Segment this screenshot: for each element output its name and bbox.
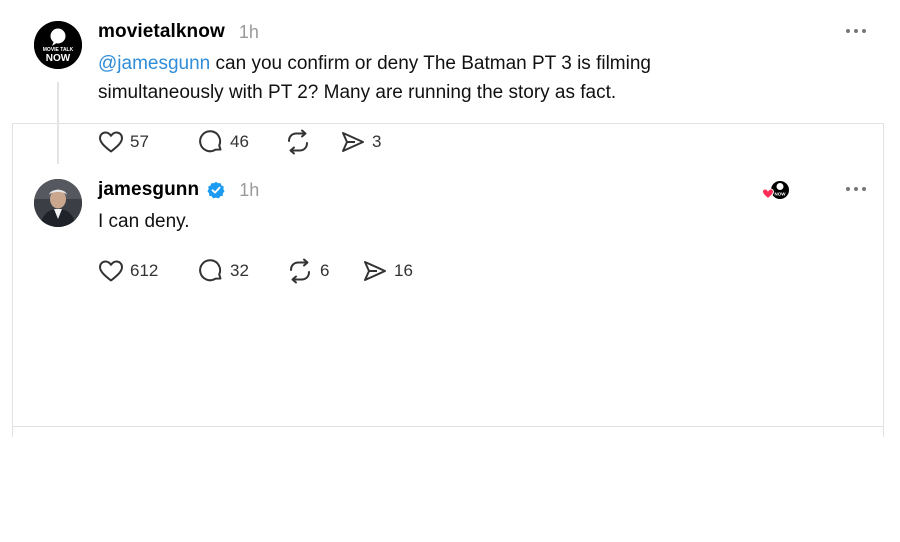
like-count: 57 <box>130 132 149 151</box>
post-text: I can deny. <box>98 211 190 232</box>
post-actions: 612 32 6 16 <box>98 257 838 285</box>
like-button[interactable]: 612 <box>98 259 198 283</box>
post-text-line1: can you confirm or deny The Batman PT 3 … <box>210 53 651 74</box>
comment-icon <box>198 129 224 155</box>
liked-badge-label: NOW <box>775 192 787 197</box>
mention-link[interactable]: @jamesgunn <box>98 53 210 74</box>
post-text-line2: simultaneously with PT 2? Many are runni… <box>98 82 617 103</box>
send-icon <box>340 130 366 154</box>
repost-count: 6 <box>320 261 330 280</box>
verified-badge-icon <box>207 181 225 199</box>
post-username[interactable]: movietalknow <box>98 21 225 43</box>
share-button[interactable]: 16 <box>362 259 413 283</box>
liked-by-author-badge[interactable]: NOW <box>760 179 790 203</box>
post-timestamp[interactable]: 1h <box>239 180 259 201</box>
heart-icon <box>98 130 124 154</box>
share-button[interactable]: 3 <box>340 130 381 154</box>
post-timestamp[interactable]: 1h <box>239 22 259 43</box>
reply-count: 32 <box>230 261 249 280</box>
more-options-icon[interactable] <box>846 187 866 191</box>
repost-button[interactable]: 6 <box>286 258 362 284</box>
liked-heart-icon <box>761 188 775 200</box>
reply-button[interactable]: 32 <box>198 258 286 284</box>
more-options-icon[interactable] <box>846 29 866 33</box>
like-button[interactable]: 57 <box>98 130 198 154</box>
repost-icon <box>284 129 312 155</box>
card-divider <box>12 426 884 427</box>
reply-button[interactable]: 46 <box>198 129 284 155</box>
repost-icon <box>286 258 314 284</box>
avatar-label-bottom: NOW <box>46 53 71 64</box>
heart-icon <box>98 259 124 283</box>
repost-button[interactable] <box>284 129 340 155</box>
send-icon <box>362 259 388 283</box>
like-count: 612 <box>130 261 159 280</box>
jamesgunn-avatar[interactable] <box>34 179 82 227</box>
movietalknow-avatar[interactable]: MOVIE TALK NOW <box>34 21 82 69</box>
post-jamesgunn: jamesgunn 1h I can deny. 612 32 6 16 <box>98 176 838 285</box>
comment-icon <box>198 258 224 284</box>
post-actions: 57 46 3 <box>98 128 838 156</box>
share-count: 3 <box>372 132 382 151</box>
post-movietalknow: movietalknow 1h @jamesgunn can you confi… <box>98 18 838 156</box>
thread-connector-line <box>57 82 59 164</box>
reply-count: 46 <box>230 132 249 151</box>
post-username[interactable]: jamesgunn <box>98 179 199 201</box>
post-text: @jamesgunn can you confirm or deny The B… <box>98 49 838 107</box>
share-count: 16 <box>394 261 413 280</box>
